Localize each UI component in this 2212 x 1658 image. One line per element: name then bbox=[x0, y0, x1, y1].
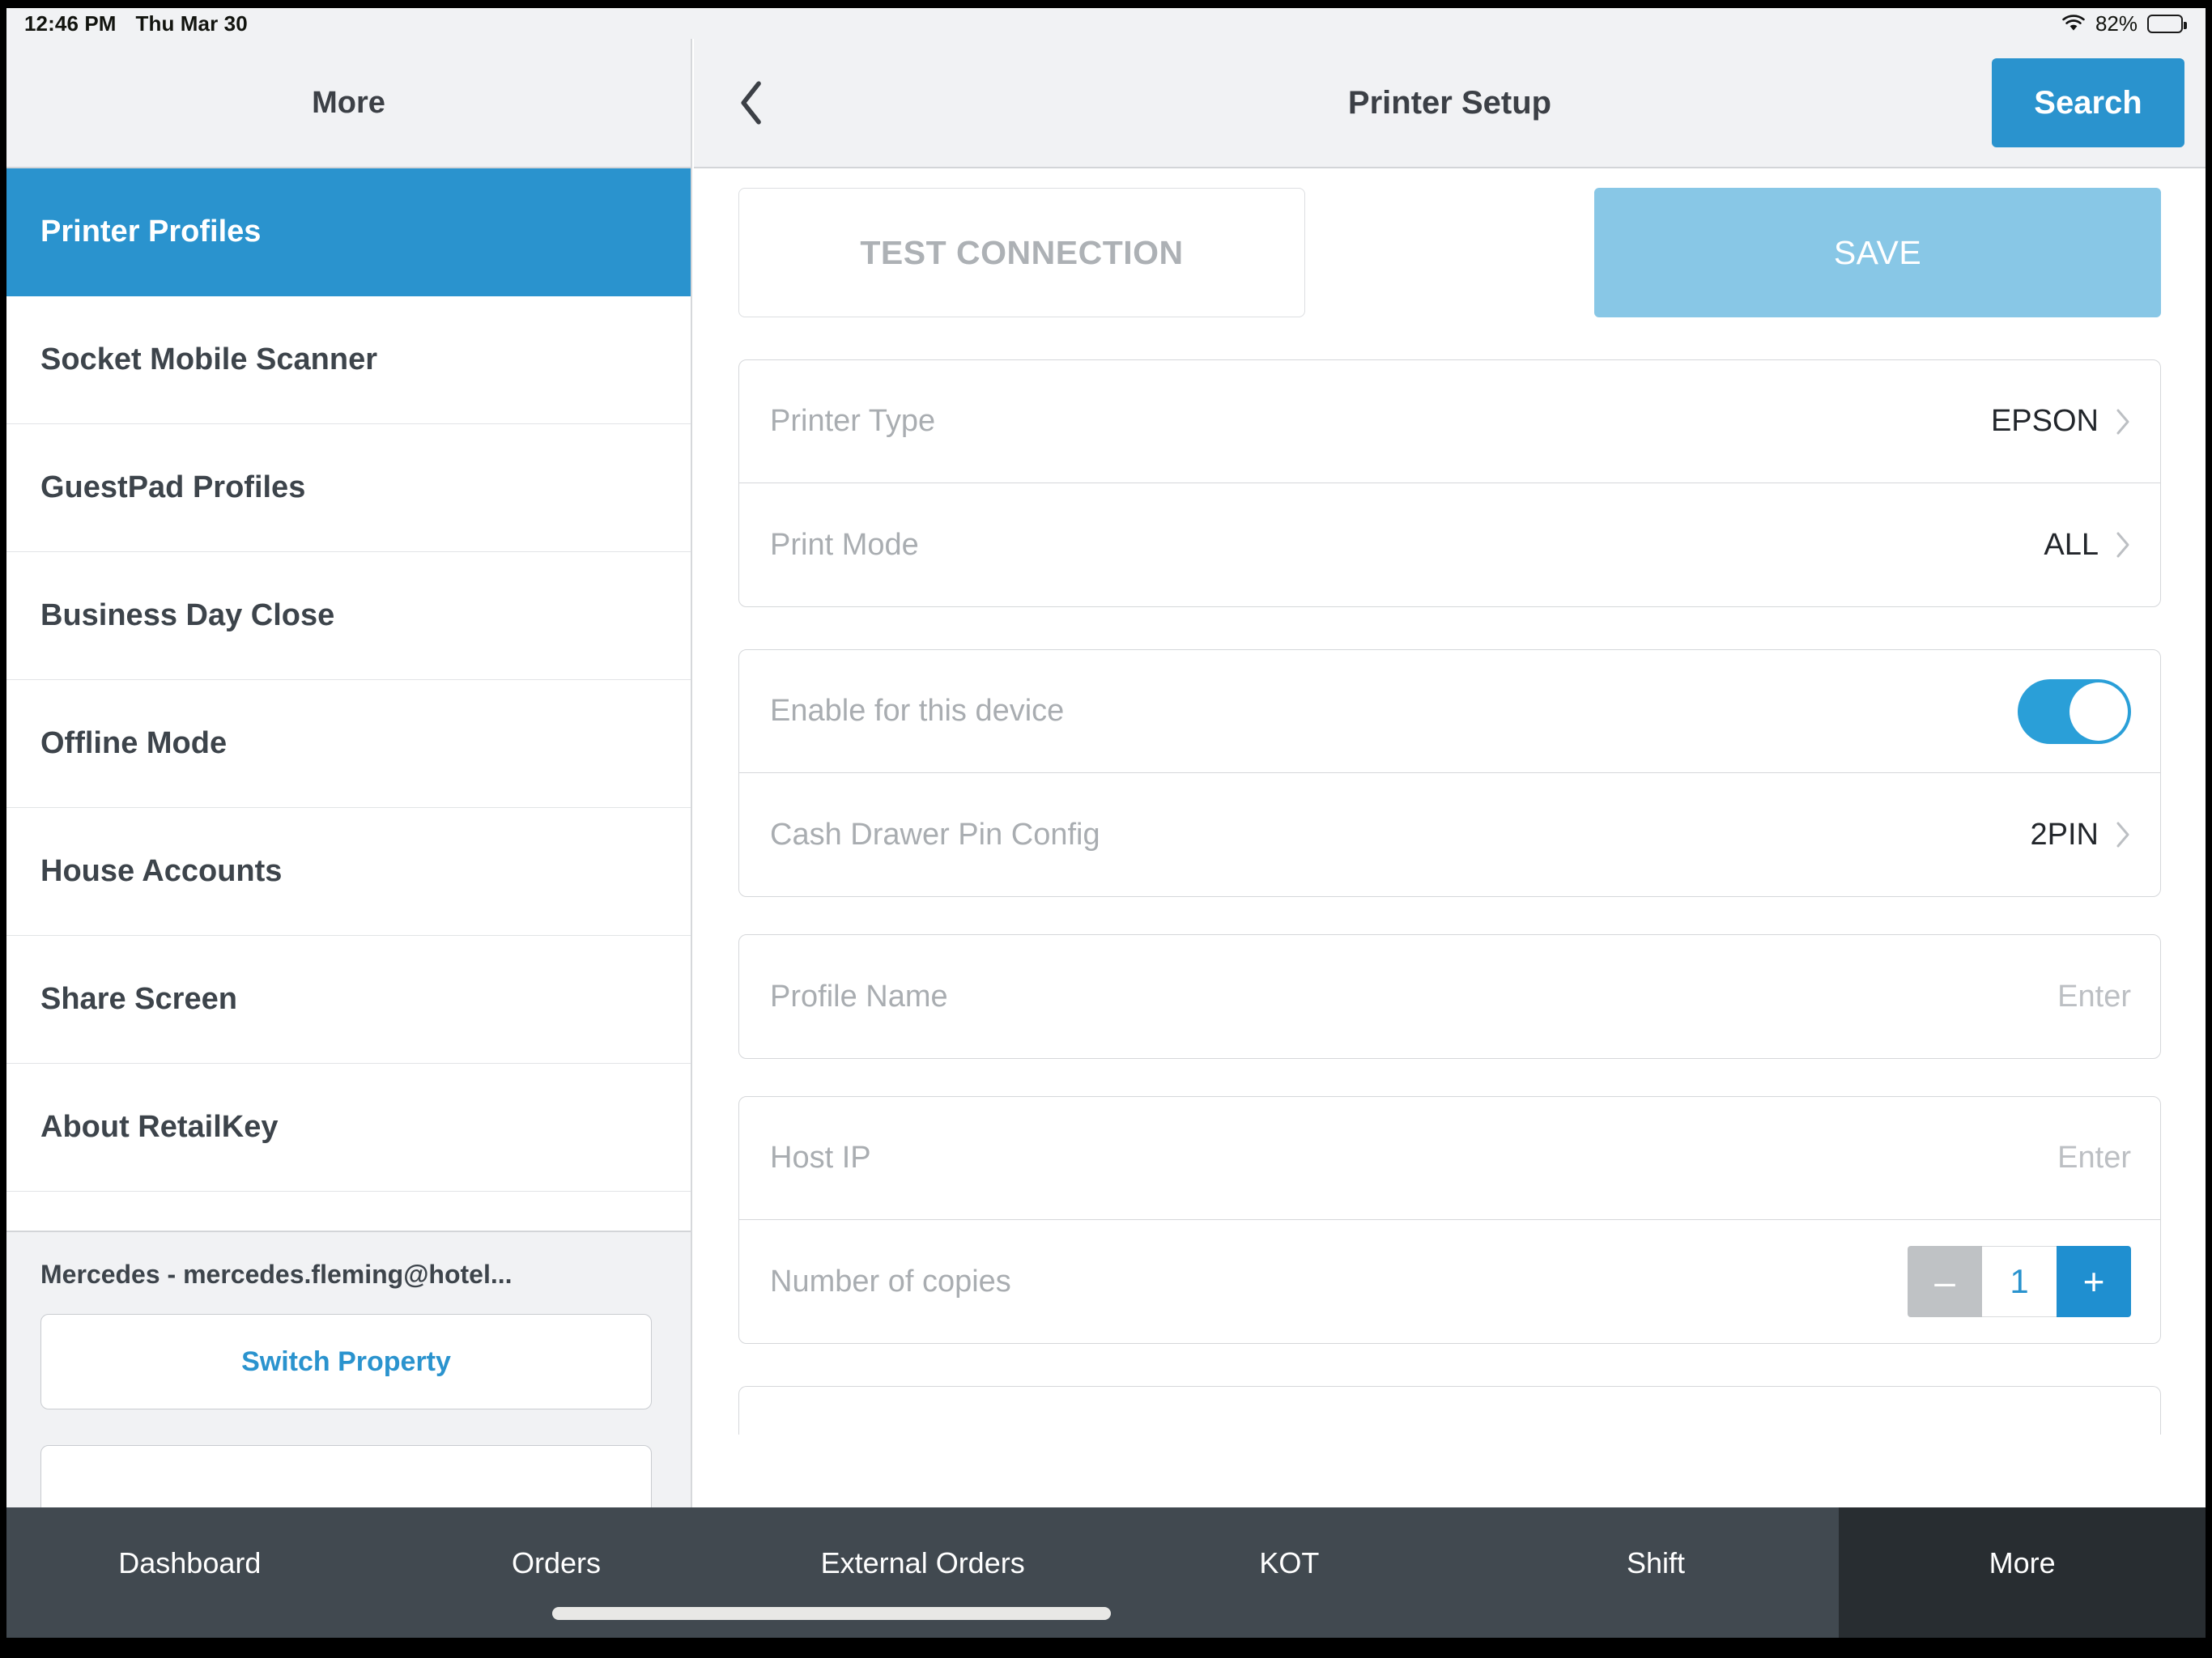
tab-more[interactable]: More bbox=[1839, 1507, 2206, 1638]
sidebar-item-house-accounts[interactable]: House Accounts bbox=[6, 808, 691, 936]
row-profile-name[interactable]: Profile Name Enter bbox=[739, 935, 2160, 1058]
row-label: Print Mode bbox=[770, 527, 919, 562]
status-bar-right: 82% bbox=[2061, 11, 2187, 36]
save-button-label: SAVE bbox=[1833, 233, 1922, 271]
settings-form: TEST CONNECTION SAVE Printer Type EPSON bbox=[694, 170, 2206, 1507]
tab-label: External Orders bbox=[820, 1546, 1025, 1579]
tab-label: More bbox=[1989, 1546, 2056, 1579]
row-number-of-copies: Number of copies – 1 + bbox=[739, 1220, 2160, 1343]
battery-percent: 82% bbox=[2095, 11, 2138, 36]
profile-name-input[interactable]: Enter bbox=[2057, 980, 2131, 1014]
tab-kot[interactable]: KOT bbox=[1106, 1507, 1473, 1638]
sidebar-item-label: Business Day Close bbox=[40, 598, 335, 632]
status-date: Thu Mar 30 bbox=[135, 11, 248, 36]
row-value: EPSON bbox=[1991, 404, 2131, 439]
device-screen: 12:46 PM Thu Mar 30 82% More Printer Pro… bbox=[6, 8, 2206, 1638]
sidebar-footer: Mercedes - mercedes.fleming@hotel... Swi… bbox=[6, 1231, 691, 1507]
switch-property-label: Switch Property bbox=[241, 1346, 451, 1377]
search-button-label: Search bbox=[2034, 84, 2142, 121]
copies-stepper: – 1 + bbox=[1908, 1246, 2131, 1317]
printer-type-value: EPSON bbox=[1990, 404, 2099, 438]
chevron-right-icon bbox=[2115, 821, 2131, 848]
row-label: Enable for this device bbox=[770, 694, 1065, 728]
sidebar-item-share-screen[interactable]: Share Screen bbox=[6, 936, 691, 1064]
tab-shift[interactable]: Shift bbox=[1473, 1507, 1840, 1638]
settings-group-profile-name: Profile Name Enter bbox=[738, 934, 2161, 1059]
sidebar-item-label: Printer Profiles bbox=[40, 215, 262, 249]
sidebar-item-label: Socket Mobile Scanner bbox=[40, 342, 378, 376]
row-print-mode[interactable]: Print Mode ALL bbox=[739, 483, 2160, 606]
sidebar-item-socket-mobile-scanner[interactable]: Socket Mobile Scanner bbox=[6, 296, 691, 424]
row-label: Printer Type bbox=[770, 404, 936, 438]
action-row: TEST CONNECTION SAVE bbox=[713, 170, 2186, 317]
status-time: 12:46 PM bbox=[24, 11, 117, 36]
settings-group-next-partial bbox=[738, 1386, 2161, 1435]
row-host-ip[interactable]: Host IP Enter bbox=[739, 1097, 2160, 1220]
row-label: Host IP bbox=[770, 1141, 871, 1175]
row-label: Profile Name bbox=[770, 979, 948, 1014]
test-connection-button[interactable]: TEST CONNECTION bbox=[738, 188, 1305, 317]
main-header: Printer Setup Search bbox=[694, 39, 2206, 168]
page-title: Printer Setup bbox=[1347, 84, 1552, 121]
sidebar-item-offline-mode[interactable]: Offline Mode bbox=[6, 680, 691, 808]
settings-group-host: Host IP Enter Number of copies – 1 + bbox=[738, 1096, 2161, 1344]
tab-label: Dashboard bbox=[118, 1546, 262, 1579]
enable-device-toggle[interactable] bbox=[2018, 678, 2131, 744]
account-label: Mercedes - mercedes.fleming@hotel... bbox=[40, 1260, 513, 1289]
sidebar-item-label: GuestPad Profiles bbox=[40, 470, 306, 504]
search-button[interactable]: Search bbox=[1992, 58, 2184, 147]
sidebar-list: Printer Profiles Socket Mobile Scanner G… bbox=[6, 168, 691, 1231]
sidebar-item-business-day-close[interactable]: Business Day Close bbox=[6, 552, 691, 680]
sidebar-item-label: Offline Mode bbox=[40, 726, 228, 760]
sidebar-header: More bbox=[6, 39, 691, 168]
row-label: Cash Drawer Pin Config bbox=[770, 817, 1100, 852]
row-printer-type[interactable]: Printer Type EPSON bbox=[739, 360, 2160, 483]
main-panel: Printer Setup Search TEST CONNECTION SAV… bbox=[694, 39, 2206, 1507]
test-connection-label: TEST CONNECTION bbox=[860, 233, 1184, 271]
sidebar-item-printer-profiles[interactable]: Printer Profiles bbox=[6, 168, 691, 296]
tab-label: KOT bbox=[1259, 1546, 1320, 1579]
print-mode-value: ALL bbox=[2044, 527, 2099, 562]
row-value: ALL bbox=[2044, 528, 2131, 563]
status-bar-left: 12:46 PM Thu Mar 30 bbox=[24, 11, 248, 36]
copies-decrement-button[interactable]: – bbox=[1908, 1246, 1982, 1317]
chevron-left-icon[interactable] bbox=[728, 80, 773, 125]
sidebar: More Printer Profiles Socket Mobile Scan… bbox=[6, 39, 692, 1507]
settings-group-device: Enable for this device Cash Drawer Pin C… bbox=[738, 649, 2161, 897]
sidebar-item-about-retailkey[interactable]: About RetailKey bbox=[6, 1064, 691, 1192]
sidebar-item-label: House Accounts bbox=[40, 854, 283, 888]
wifi-icon bbox=[2061, 14, 2086, 33]
tab-bar: Dashboard Orders External Orders KOT Shi… bbox=[6, 1507, 2206, 1638]
row-value: – 1 + bbox=[1908, 1246, 2131, 1317]
sidebar-item-guestpad-profiles[interactable]: GuestPad Profiles bbox=[6, 424, 691, 552]
row-enable-for-this-device[interactable]: Enable for this device bbox=[739, 650, 2160, 773]
tab-dashboard[interactable]: Dashboard bbox=[6, 1507, 373, 1638]
save-button[interactable]: SAVE bbox=[1594, 188, 2161, 317]
chevron-right-icon bbox=[2115, 531, 2131, 559]
tab-label: Orders bbox=[511, 1546, 602, 1579]
sidebar-item-label: Share Screen bbox=[40, 982, 237, 1016]
secondary-action-button[interactable] bbox=[40, 1445, 652, 1507]
cash-drawer-pin-value: 2PIN bbox=[2030, 817, 2099, 852]
row-label: Number of copies bbox=[770, 1264, 1011, 1299]
tab-label: Shift bbox=[1627, 1546, 1686, 1579]
row-cash-drawer-pin-config[interactable]: Cash Drawer Pin Config 2PIN bbox=[739, 773, 2160, 896]
home-indicator bbox=[552, 1607, 1111, 1620]
host-ip-input[interactable]: Enter bbox=[2057, 1141, 2131, 1175]
copies-increment-button[interactable]: + bbox=[2057, 1246, 2131, 1317]
copies-value[interactable]: 1 bbox=[1982, 1246, 2057, 1317]
row-value bbox=[2018, 678, 2131, 744]
battery-full-icon bbox=[2147, 14, 2187, 33]
chevron-right-icon bbox=[2115, 408, 2131, 436]
row-value: 2PIN bbox=[2031, 818, 2131, 852]
sidebar-title: More bbox=[312, 85, 385, 120]
switch-property-button[interactable]: Switch Property bbox=[40, 1314, 652, 1409]
sidebar-item-label: About RetailKey bbox=[40, 1110, 279, 1144]
status-bar: 12:46 PM Thu Mar 30 82% bbox=[6, 8, 2206, 39]
settings-group-printer: Printer Type EPSON Print Mode ALL bbox=[738, 359, 2161, 607]
toggle-knob bbox=[2069, 682, 2128, 741]
